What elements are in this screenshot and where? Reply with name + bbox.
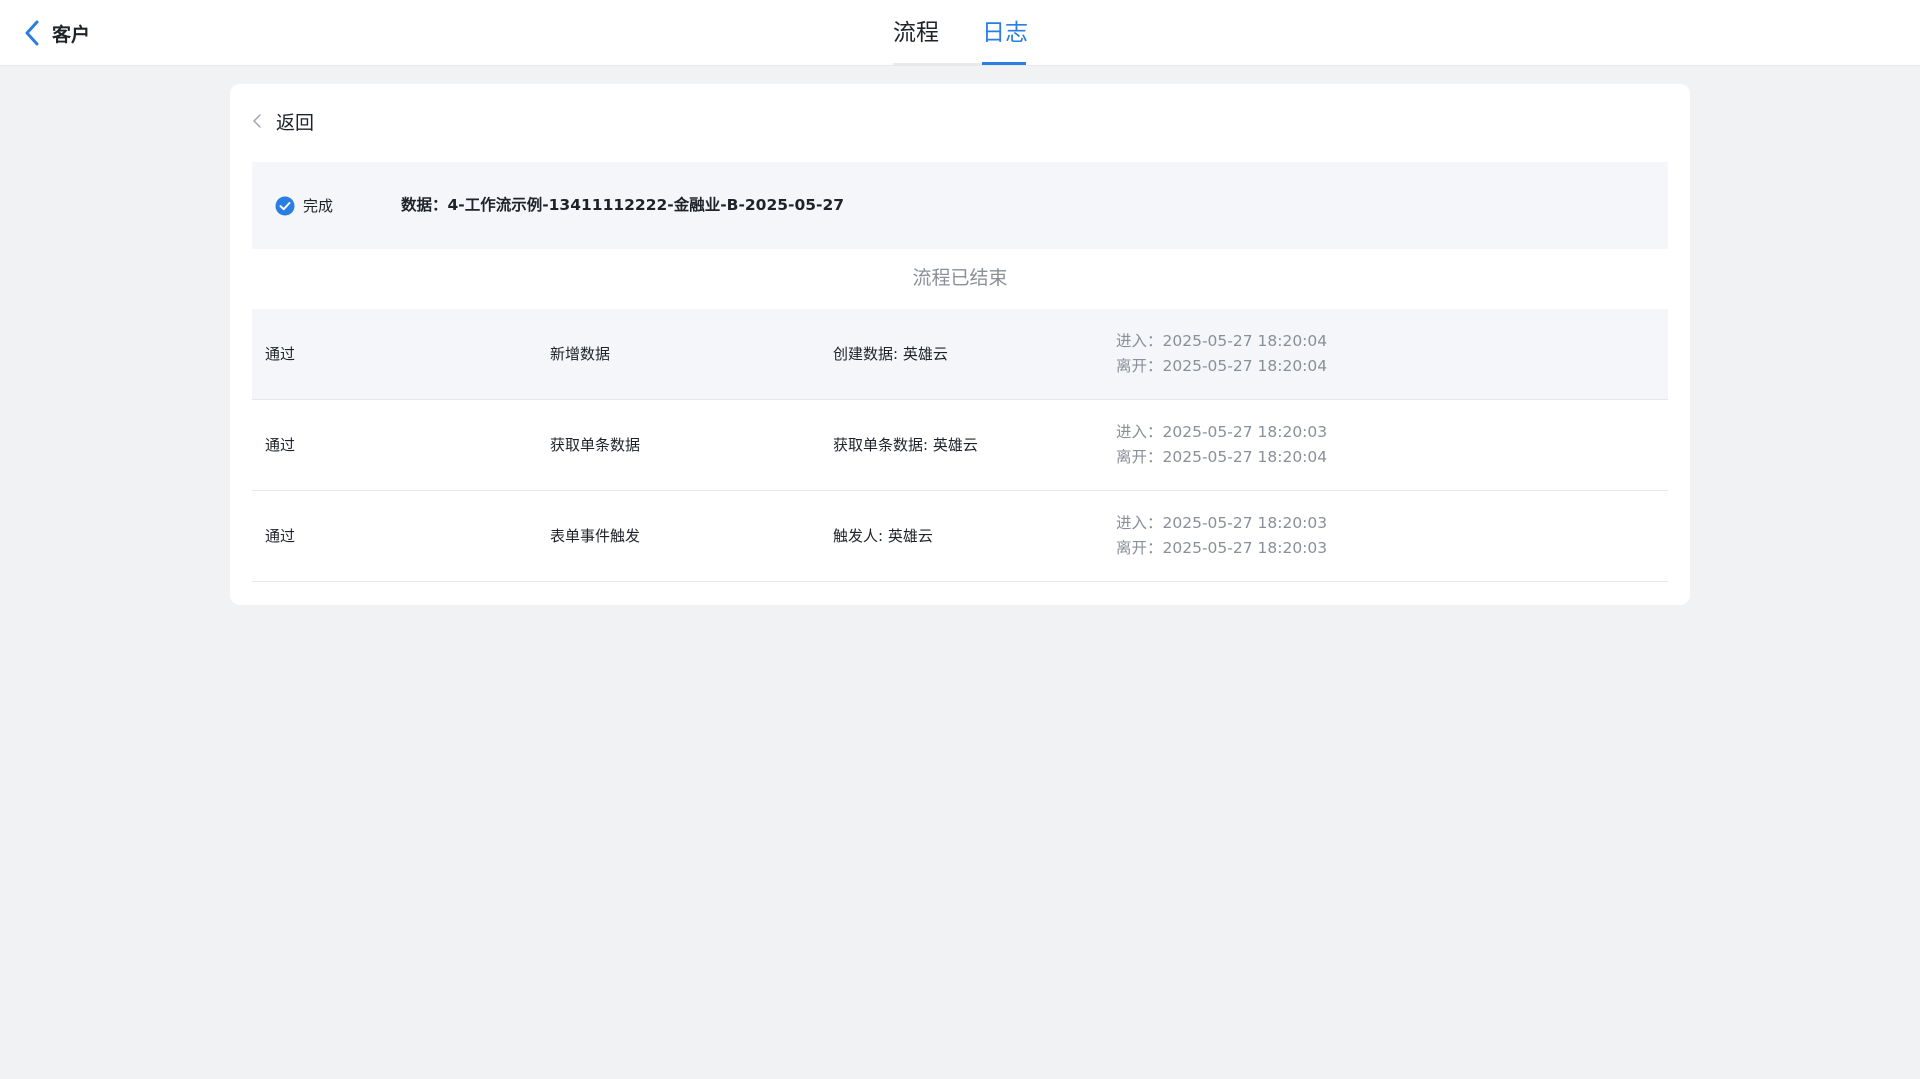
log-node: 表单事件触发 (550, 527, 641, 545)
log-result: 通过 (265, 527, 296, 545)
log-row: 通过 获取单条数据 获取单条数据: 英雄云 进入：2025-05-27 18:2… (252, 400, 1668, 491)
data-summary: 数据：4-工作流示例-13411112222-金融业-B-2025-05-27 (401, 196, 845, 214)
check-circle-icon (275, 196, 295, 215)
summary-panel: 完成 数据：4-工作流示例-13411112222-金融业-B-2025-05-… (252, 162, 1668, 249)
log-leave-time: 离开：2025-05-27 18:20:03 (1116, 539, 1328, 557)
log-enter-time: 进入：2025-05-27 18:20:03 (1116, 423, 1328, 441)
log-enter-time: 进入：2025-05-27 18:20:04 (1116, 332, 1328, 350)
top-bar: 客户 流程 日志 (0, 0, 1920, 66)
log-row: 通过 表单事件触发 触发人: 英雄云 进入：2025-05-27 18:20:0… (252, 491, 1668, 582)
status-label: 完成 (303, 197, 334, 215)
log-times: 进入：2025-05-27 18:20:03 离开：2025-05-27 18:… (1116, 420, 1327, 470)
log-times: 进入：2025-05-27 18:20:04 离开：2025-05-27 18:… (1116, 329, 1327, 379)
tab-process[interactable]: 流程 (893, 18, 939, 48)
status-badge: 完成 (275, 162, 333, 249)
log-result: 通过 (265, 436, 296, 454)
tab-bar: 流程 日志 (0, 0, 1920, 66)
log-enter-time: 进入：2025-05-27 18:20:03 (1116, 514, 1328, 532)
active-tab-indicator (982, 62, 1026, 65)
log-list: 通过 新增数据 创建数据: 英雄云 进入：2025-05-27 18:20:04… (252, 309, 1668, 582)
log-leave-time: 离开：2025-05-27 18:20:04 (1116, 448, 1328, 466)
log-leave-time: 离开：2025-05-27 18:20:04 (1116, 357, 1328, 375)
tab-log[interactable]: 日志 (982, 18, 1028, 48)
chevron-left-icon (253, 114, 261, 128)
log-detail: 创建数据: 英雄云 (833, 345, 948, 363)
log-row: 通过 新增数据 创建数据: 英雄云 进入：2025-05-27 18:20:04… (252, 309, 1668, 400)
log-node: 新增数据 (550, 345, 611, 363)
process-ended-label: 流程已结束 (912, 267, 1008, 289)
log-detail: 触发人: 英雄云 (833, 527, 933, 545)
back-label: 返回 (276, 111, 315, 134)
log-times: 进入：2025-05-27 18:20:03 离开：2025-05-27 18:… (1116, 511, 1327, 561)
back-button[interactable]: 返回 (252, 104, 314, 138)
log-detail: 获取单条数据: 英雄云 (833, 436, 978, 454)
log-result: 通过 (265, 345, 296, 363)
log-node: 获取单条数据 (550, 436, 641, 454)
log-card: 返回 完成 数据：4-工作流示例-13411112222-金融业-B-2025-… (230, 84, 1690, 605)
